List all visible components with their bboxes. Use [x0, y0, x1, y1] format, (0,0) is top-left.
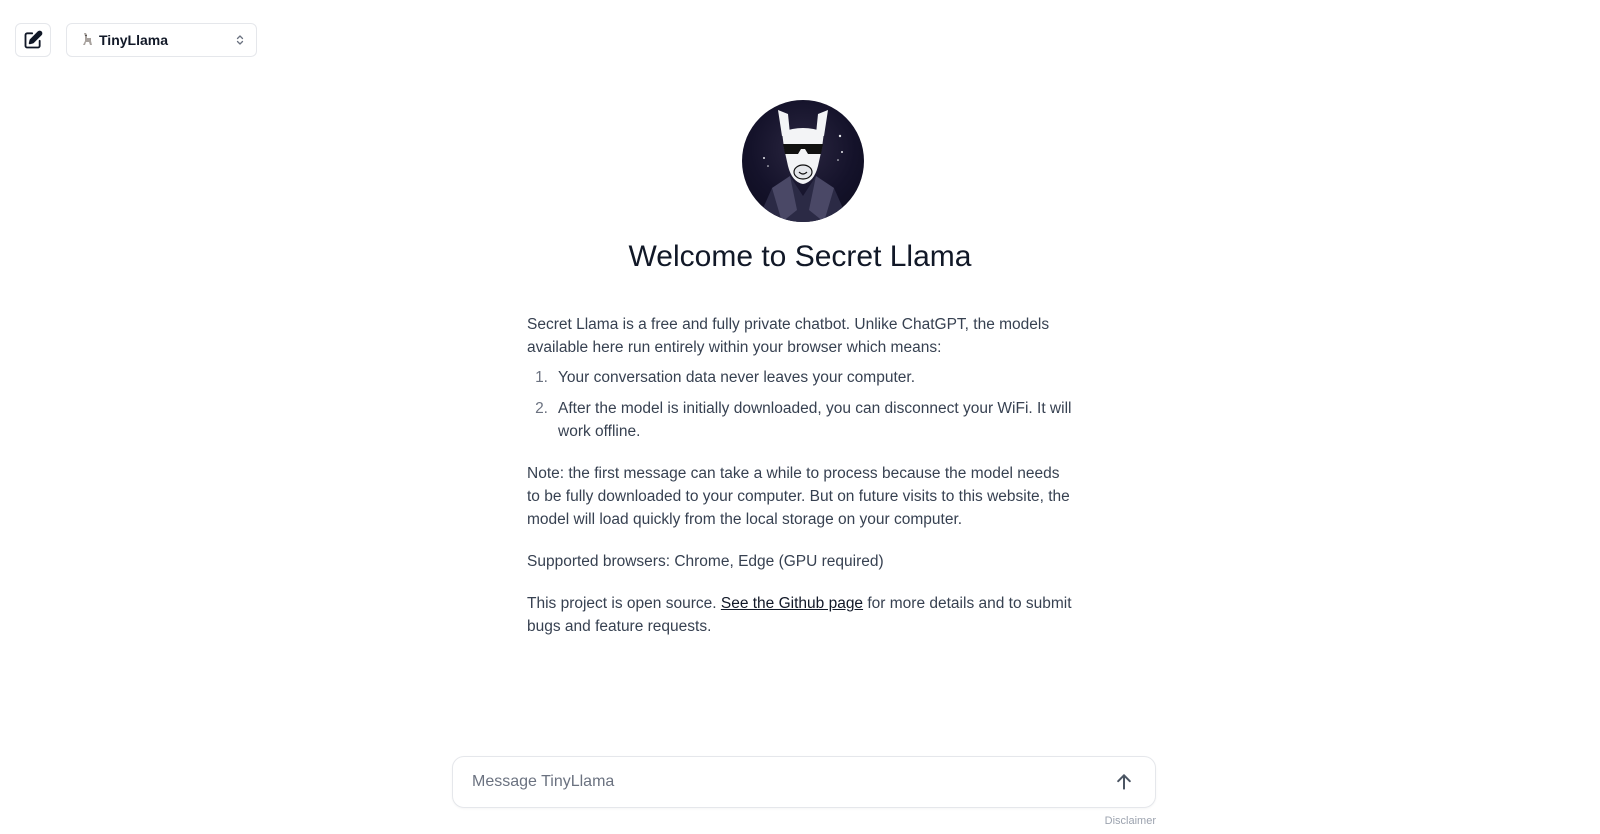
new-chat-button[interactable]	[15, 23, 51, 57]
secret-llama-avatar	[742, 100, 864, 222]
model-selector-label-group: TinyLlama	[80, 32, 168, 49]
top-bar: TinyLlama	[15, 23, 257, 57]
note-paragraph: Note: the first message can take a while…	[527, 465, 1070, 528]
open-source-prefix: This project is open source.	[527, 595, 717, 612]
list-item-text: After the model is initially downloaded,…	[558, 400, 1072, 440]
github-link[interactable]: See the Github page	[721, 595, 863, 612]
intro-paragraph: Secret Llama is a free and fully private…	[527, 316, 1050, 356]
selected-model-name: TinyLlama	[99, 32, 168, 48]
chevron-up-down-icon	[236, 34, 244, 46]
list-item-number: 1.	[535, 369, 548, 386]
welcome-title: Welcome to Secret Llama	[628, 240, 972, 273]
message-composer	[452, 756, 1156, 808]
send-button[interactable]	[1109, 767, 1139, 797]
model-selector[interactable]: TinyLlama	[66, 23, 257, 57]
privacy-points-list: 1. Your conversation data never leaves y…	[527, 366, 1075, 443]
message-input[interactable]	[472, 773, 1109, 791]
list-item: 1. Your conversation data never leaves y…	[527, 366, 1075, 389]
supported-browsers-paragraph: Supported browsers: Chrome, Edge (GPU re…	[527, 553, 884, 570]
intro-content: Secret Llama is a free and fully private…	[527, 313, 1075, 657]
open-source-paragraph: This project is open source. See the Git…	[527, 592, 1075, 638]
list-item: 2. After the model is initially download…	[527, 397, 1075, 443]
disclaimer-link[interactable]: Disclaimer	[1100, 815, 1156, 827]
arrow-up-icon	[1117, 774, 1131, 790]
list-item-number: 2.	[535, 400, 548, 417]
list-item-text: Your conversation data never leaves your…	[558, 369, 915, 386]
edit-square-icon	[24, 30, 43, 49]
llama-icon	[80, 32, 96, 49]
